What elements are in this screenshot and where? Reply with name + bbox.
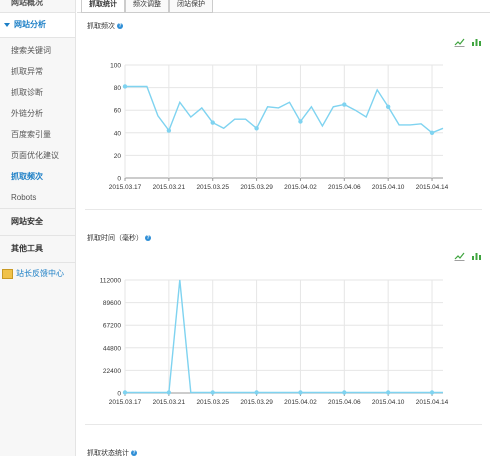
x-tick-label: 2015.03.21	[153, 184, 186, 191]
y-tick-label: 60	[114, 108, 122, 115]
y-tick-label: 0	[117, 391, 121, 398]
x-tick-label: 2015.04.14	[416, 184, 449, 191]
line-chart-icon[interactable]	[454, 37, 465, 47]
data-point	[298, 119, 303, 124]
y-tick-label: 0	[117, 176, 121, 183]
sidebar-item[interactable]: 外链分析	[0, 103, 75, 124]
feedback-label: 站长反馈中心	[16, 269, 64, 278]
x-tick-label: 2015.04.06	[328, 399, 361, 406]
sidebar-section-analysis[interactable]: 网站分析	[0, 12, 75, 38]
section-divider	[85, 424, 482, 425]
sidebar-section-other-tools[interactable]: 其他工具	[0, 235, 75, 262]
sidebar-item[interactable]: 搜索关键词	[0, 40, 75, 61]
x-tick-label: 2015.04.02	[284, 184, 317, 191]
data-point	[166, 390, 172, 395]
sidebar-section-security[interactable]: 网站安全	[0, 208, 75, 235]
x-tick-label: 2015.03.25	[196, 184, 229, 191]
y-tick-label: 89600	[103, 300, 121, 307]
crawl-time-chart: 0 22400 44800 67200 89600 112000 2015.03.17 201…	[100, 278, 449, 407]
series-line	[125, 279, 443, 394]
bar-chart-icon[interactable]	[471, 37, 482, 47]
x-tick-label: 2015.03.17	[109, 399, 142, 406]
x-tick-label: 2015.04.10	[372, 399, 405, 406]
tab-bar: 抓取统计 频次调整 闭站保护	[81, 0, 213, 13]
sidebar: 网站概况 网站分析 搜索关键词 抓取异常 抓取诊断 外链分析 百度索引量 页面优化建议 抓取…	[0, 0, 76, 456]
y-tick-label: 80	[114, 85, 122, 92]
data-point	[254, 126, 259, 131]
line-chart-icon[interactable]	[454, 251, 465, 261]
data-point	[342, 390, 347, 395]
data-point	[166, 128, 172, 133]
x-tick-label: 2015.03.25	[196, 399, 229, 406]
data-point	[429, 390, 435, 395]
crawl-time-title: 抓取时间（毫秒）?	[87, 233, 151, 243]
sidebar-item[interactable]: 抓取异常	[0, 61, 75, 82]
help-icon[interactable]: ?	[145, 235, 151, 242]
tab-frequency-adjust[interactable]: 频次调整	[125, 0, 169, 13]
y-tick-label: 100	[110, 63, 121, 70]
crawl-status-title: 抓取状态统计?	[87, 448, 137, 458]
x-tick-label: 2015.03.17	[109, 184, 142, 191]
y-tick-label: 40	[114, 130, 122, 137]
y-tick-label: 22400	[103, 368, 121, 375]
data-point	[210, 390, 215, 395]
series-line	[125, 85, 444, 134]
section-divider	[85, 209, 482, 210]
data-point	[385, 104, 391, 110]
y-tick-label: 67200	[103, 323, 121, 330]
data-point	[429, 130, 435, 135]
tab-crawl-stats[interactable]: 抓取统计	[81, 0, 125, 13]
tab-site-close-protect[interactable]: 闭站保护	[169, 0, 213, 13]
data-point	[385, 390, 391, 395]
sidebar-section-label: 网站分析	[14, 20, 46, 29]
x-tick-label: 2015.04.02	[284, 399, 317, 406]
sidebar-item[interactable]: 页面优化建议	[0, 145, 75, 166]
sidebar-items: 搜索关键词 抓取异常 抓取诊断 外链分析 百度索引量 页面优化建议 抓取频次 Robots	[0, 38, 75, 208]
data-point	[254, 390, 259, 395]
data-point	[342, 102, 347, 107]
main-content: 抓取统计 频次调整 闭站保护 抓取频次? 0 20 40 60 80 100 2015.03.1…	[77, 0, 490, 458]
sidebar-feedback-link[interactable]: 站长反馈中心	[0, 262, 75, 285]
data-point	[298, 390, 303, 395]
chart2-type-switch	[450, 251, 482, 261]
crawl-time-title-text: 抓取时间（毫秒）	[87, 235, 143, 242]
crawl-frequency-title-text: 抓取频次	[87, 23, 115, 30]
crawl-frequency-chart: 0 20 40 60 80 100 2015.03.17 2015.03.21 2015.03.…	[109, 63, 449, 192]
caret-down-icon	[4, 22, 10, 27]
data-point	[210, 120, 215, 125]
feedback-icon	[2, 268, 13, 279]
data-point	[122, 84, 128, 89]
y-tick-label: 44800	[103, 345, 121, 352]
x-tick-label: 2015.03.29	[240, 399, 273, 406]
y-tick-label: 112000	[100, 278, 122, 285]
help-icon[interactable]: ?	[131, 450, 137, 457]
sidebar-item[interactable]: 抓取频次	[0, 166, 75, 187]
sidebar-item[interactable]: 抓取诊断	[0, 82, 75, 103]
sidebar-item[interactable]: Robots	[0, 187, 75, 208]
x-tick-label: 2015.04.10	[372, 184, 405, 191]
help-icon[interactable]: ?	[117, 23, 123, 30]
x-tick-label: 2015.04.14	[416, 399, 449, 406]
crawl-frequency-title: 抓取频次?	[87, 21, 123, 31]
sidebar-section-overview[interactable]: 网站概况	[0, 0, 75, 12]
sidebar-item[interactable]: 百度索引量	[0, 124, 75, 145]
data-point	[122, 390, 128, 395]
x-tick-label: 2015.03.21	[153, 399, 186, 406]
x-tick-label: 2015.04.06	[328, 184, 361, 191]
chart1-type-switch	[450, 37, 482, 47]
y-tick-label: 20	[114, 153, 122, 160]
bar-chart-icon[interactable]	[471, 251, 482, 261]
x-tick-label: 2015.03.29	[240, 184, 273, 191]
